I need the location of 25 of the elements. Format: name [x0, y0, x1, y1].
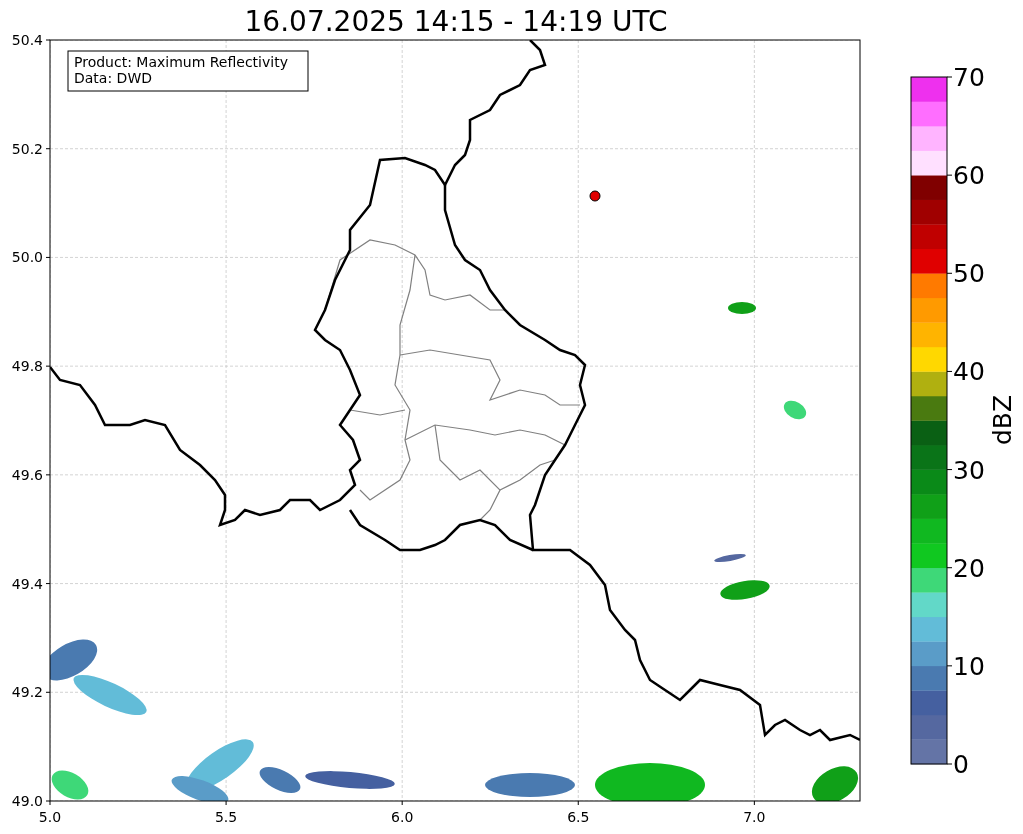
colorbar-tick-label: 20: [953, 553, 985, 583]
colorbar-tick-label: 0: [953, 750, 969, 779]
x-tick-label: 7.0: [743, 809, 766, 825]
y-tick-label: 49.2: [11, 684, 43, 701]
colorbar-label: dBZ: [988, 394, 1017, 446]
chart-title: 16.07.2025 14:15 - 14:19 UTC: [244, 5, 668, 38]
y-tick-label: 50.2: [11, 140, 43, 157]
x-tick-label: 6.5: [567, 809, 590, 825]
y-tick-label: 49.8: [11, 358, 43, 375]
annotation-text: Product: Maximum Reflectivity: [74, 54, 288, 70]
x-tick-label: 6.0: [391, 809, 414, 825]
y-tick-label: 50.0: [11, 249, 43, 266]
x-tick-label: 5.0: [38, 809, 62, 825]
annotation-text: Data: DWD: [74, 70, 152, 86]
y-tick-label: 49.6: [11, 466, 43, 483]
colorbar-tick-label: 50: [953, 259, 985, 289]
colorbar-tick-label: 30: [953, 455, 985, 485]
y-tick-label: 49.0: [11, 793, 43, 809]
x-tick-label: 5.5: [214, 809, 238, 825]
colorbar-tick-label: 40: [953, 357, 985, 387]
colorbar-tick-label: 10: [953, 651, 985, 681]
y-tick-label: 49.4: [11, 575, 43, 592]
y-tick-label: 50.4: [11, 32, 43, 48]
colorbar-tick-label: 60: [953, 161, 985, 191]
colorbar-tick-label: 70: [953, 63, 985, 92]
